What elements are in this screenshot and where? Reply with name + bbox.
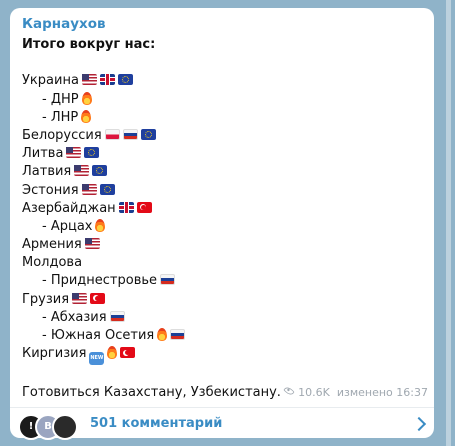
message-bubble: Карнаухов Итого вокруг нас: Украина - ДНР -…	[10, 8, 434, 440]
message-line-text: Молдова	[22, 255, 83, 271]
views-count: 10.6K	[298, 386, 330, 399]
flag-tr-icon	[120, 347, 136, 359]
message-line-text: Грузия	[22, 291, 70, 307]
fire-emoji-icon	[107, 346, 118, 360]
chevron-right-icon[interactable]	[411, 416, 427, 432]
message-line: - ДНР	[22, 91, 427, 109]
fire-emoji-icon	[157, 328, 168, 341]
flag-ru-icon	[170, 329, 186, 340]
message-line-text: - ДНР	[42, 91, 79, 107]
message-line: Азербайджан	[22, 200, 427, 218]
message-line	[22, 54, 427, 72]
message-line-text: Итого вокруг нас:	[22, 37, 156, 52]
message-line: Эстония	[22, 182, 427, 200]
message-text: Итого вокруг нас: Украина - ДНР - ЛНР Белору…	[22, 36, 427, 382]
fire-emoji-icon	[81, 109, 92, 123]
message-line: - Южная Осетия	[22, 327, 427, 345]
flag-eu-icon	[140, 128, 156, 140]
fire-emoji-icon	[95, 218, 106, 232]
flag-us-icon	[81, 74, 97, 86]
message-last-line: Готовиться Казахстану, Узбекистану.	[22, 385, 281, 400]
flag-eu-icon	[117, 74, 133, 86]
flag-uk-icon	[118, 201, 134, 213]
message-line	[22, 363, 427, 381]
message-line: Белоруссия	[22, 127, 427, 145]
flag-us-icon	[66, 147, 82, 159]
flag-ru-icon	[160, 274, 176, 286]
message-line-text: - Приднестровье	[42, 273, 158, 289]
message-line-text: - ЛНР	[42, 109, 79, 125]
message-line-text: Украина	[22, 73, 79, 89]
message-line-text: Белоруссия	[22, 127, 102, 143]
message-line-text: Киргизия	[22, 346, 87, 362]
message-line: - Приднестровье	[22, 272, 427, 290]
message-line-text: Латвия	[22, 164, 72, 180]
flag-us-icon	[74, 165, 90, 177]
flag-ru-icon	[122, 128, 138, 140]
message-line: - Арцах	[22, 218, 427, 236]
message-meta: 10.6K изменено 16:37	[283, 385, 428, 400]
message-line-text: Армения	[22, 237, 82, 253]
flag-eu-icon	[99, 183, 115, 195]
message-line: Киргизия NEW	[22, 345, 427, 366]
eye-icon	[283, 385, 295, 397]
edited-time: изменено 16:37	[336, 386, 428, 399]
message-line-text: Азербайджан	[22, 200, 116, 216]
message-line: Молдова	[22, 254, 427, 272]
comments-count-link[interactable]: 501 комментарий	[90, 416, 222, 431]
message-line: Армения	[22, 236, 427, 254]
avatar-letter: !	[28, 421, 34, 432]
comments-bar[interactable]: ! B 501 комментарий	[10, 408, 434, 440]
message-line-text: Эстония	[22, 182, 79, 198]
flag-us-icon	[72, 292, 88, 304]
message-line-text: - Абхазия	[42, 309, 107, 325]
message-line: Латвия	[22, 163, 427, 181]
message-line-text: - Южная Осетия	[42, 328, 155, 343]
message-line: - ЛНР	[22, 109, 427, 127]
message-line: Украина	[22, 72, 427, 90]
avatar-letter: B	[44, 421, 52, 432]
flag-uk-icon	[99, 74, 115, 86]
flag-pl-icon	[104, 128, 120, 140]
new-badge-icon: NEW	[89, 352, 105, 366]
message-line: - Абхазия	[22, 309, 427, 327]
flag-eu-icon	[84, 147, 100, 159]
flag-tr-icon	[90, 292, 106, 304]
message-line-text: Литва	[22, 146, 64, 162]
avatar	[52, 414, 78, 440]
message-line: Литва	[22, 145, 427, 163]
author-name[interactable]: Карнаухов	[22, 16, 106, 32]
flag-eu-icon	[92, 165, 108, 177]
flag-tr-icon	[136, 201, 152, 213]
message-line: Грузия	[22, 291, 427, 309]
flag-ru-icon	[109, 310, 125, 322]
message-line-text: - Арцах	[42, 218, 93, 234]
fire-emoji-icon	[81, 91, 92, 105]
message-last-row: Готовиться Казахстану, Узбекистану. 10.6…	[22, 384, 432, 402]
flag-us-icon	[81, 183, 97, 195]
commenter-avatars: ! B	[18, 414, 88, 440]
message-line: Итого вокруг нас:	[22, 36, 427, 54]
scrollbar[interactable]	[446, 0, 451, 446]
flag-us-icon	[84, 238, 100, 250]
